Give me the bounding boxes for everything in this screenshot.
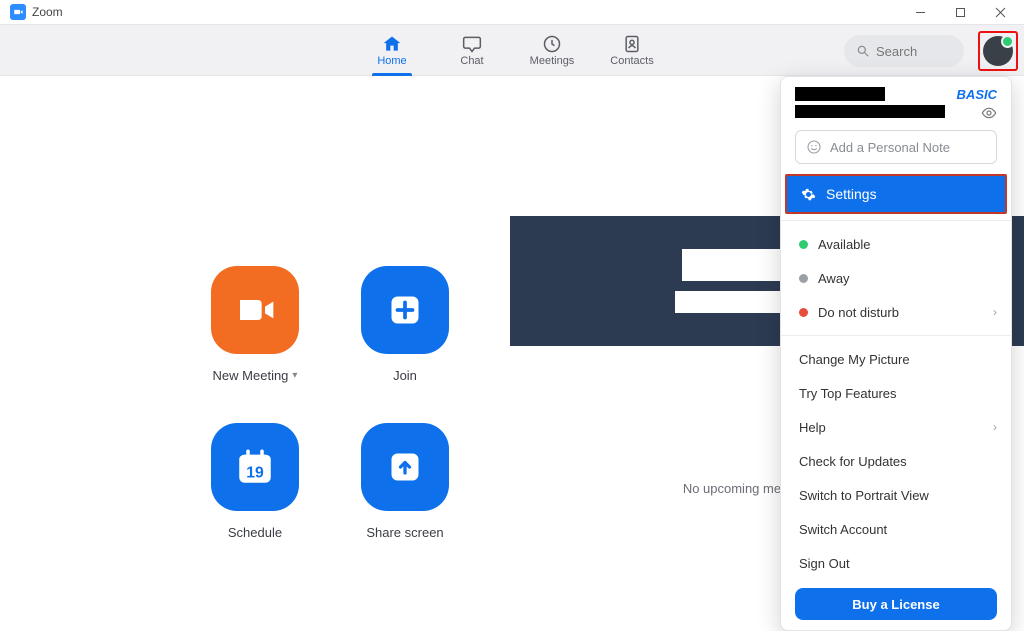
buy-license-button[interactable]: Buy a License bbox=[795, 588, 997, 620]
window-titlebar: Zoom bbox=[0, 0, 1024, 24]
tile-join: Join bbox=[330, 266, 480, 383]
search-input[interactable]: Search bbox=[844, 35, 964, 67]
profile-button-highlight bbox=[978, 31, 1018, 71]
settings-label: Settings bbox=[826, 186, 877, 202]
nav-chat[interactable]: Chat bbox=[444, 25, 500, 75]
menu-label: Help bbox=[799, 420, 826, 435]
new-meeting-button[interactable] bbox=[211, 266, 299, 354]
status-dot-green-icon bbox=[799, 240, 808, 249]
nav-meetings[interactable]: Meetings bbox=[524, 25, 580, 75]
app-logo-icon bbox=[10, 4, 26, 20]
smile-icon bbox=[806, 139, 822, 155]
minimize-button[interactable] bbox=[900, 0, 940, 24]
maximize-button[interactable] bbox=[940, 0, 980, 24]
status-dnd[interactable]: Do not disturb › bbox=[781, 295, 1011, 329]
home-icon bbox=[382, 33, 402, 55]
home-tiles: New Meeting ▾ Join 19 Schedule bbox=[0, 76, 510, 602]
search-icon bbox=[856, 44, 870, 58]
tile-new-meeting: New Meeting ▾ bbox=[180, 266, 330, 383]
svg-text:19: 19 bbox=[246, 465, 264, 482]
menu-label: Available bbox=[818, 237, 871, 252]
status-away[interactable]: Away bbox=[781, 261, 1011, 295]
nav-label: Contacts bbox=[610, 55, 653, 67]
menu-separator bbox=[781, 335, 1011, 336]
calendar-icon: 19 bbox=[234, 446, 276, 488]
search-placeholder: Search bbox=[876, 44, 917, 59]
status-dot-gray-icon bbox=[799, 274, 808, 283]
plus-icon bbox=[387, 292, 423, 328]
menu-label: Change My Picture bbox=[799, 352, 910, 367]
menu-portrait-view[interactable]: Switch to Portrait View bbox=[781, 478, 1011, 512]
close-button[interactable] bbox=[980, 0, 1020, 24]
new-meeting-label: New Meeting bbox=[213, 368, 289, 383]
menu-label: Away bbox=[818, 271, 850, 286]
menu-sign-out[interactable]: Sign Out bbox=[781, 546, 1011, 580]
main-toolbar: Home Chat Meetings Contacts Search bbox=[0, 24, 1024, 76]
menu-label: Try Top Features bbox=[799, 386, 897, 401]
nav-label: Meetings bbox=[530, 55, 575, 67]
menu-switch-account[interactable]: Switch Account bbox=[781, 512, 1011, 546]
tile-label: Share screen bbox=[366, 525, 443, 540]
profile-menu: BASIC Add a Personal Note Settings Avail… bbox=[780, 76, 1012, 631]
tile-label: Join bbox=[393, 368, 417, 383]
status-dot-red-icon bbox=[799, 308, 808, 317]
chevron-right-icon: › bbox=[993, 420, 997, 434]
window-title: Zoom bbox=[32, 5, 63, 19]
schedule-button[interactable]: 19 bbox=[211, 423, 299, 511]
profile-name-redacted bbox=[795, 87, 885, 101]
menu-separator bbox=[781, 220, 1011, 221]
nav-home[interactable]: Home bbox=[364, 25, 420, 75]
tile-label: Schedule bbox=[228, 525, 282, 540]
status-available[interactable]: Available bbox=[781, 227, 1011, 261]
tile-share-screen: Share screen bbox=[330, 423, 480, 540]
menu-try-top-features[interactable]: Try Top Features bbox=[781, 376, 1011, 410]
tile-schedule: 19 Schedule bbox=[180, 423, 330, 540]
nav-label: Home bbox=[377, 55, 406, 67]
note-placeholder: Add a Personal Note bbox=[830, 140, 950, 155]
profile-email-redacted bbox=[795, 105, 945, 118]
chat-icon bbox=[462, 33, 482, 55]
tile-label[interactable]: New Meeting ▾ bbox=[213, 368, 298, 383]
menu-label: Switch Account bbox=[799, 522, 887, 537]
share-icon bbox=[387, 449, 423, 485]
personal-note-input[interactable]: Add a Personal Note bbox=[795, 130, 997, 164]
menu-label: Switch to Portrait View bbox=[799, 488, 929, 503]
gear-icon bbox=[801, 187, 816, 202]
menu-label: Sign Out bbox=[799, 556, 850, 571]
nav-contacts[interactable]: Contacts bbox=[604, 25, 660, 75]
clock-icon bbox=[542, 33, 562, 55]
join-button[interactable] bbox=[361, 266, 449, 354]
video-icon bbox=[235, 290, 275, 330]
menu-check-updates[interactable]: Check for Updates bbox=[781, 444, 1011, 478]
chevron-right-icon: › bbox=[993, 305, 997, 319]
share-screen-button[interactable] bbox=[361, 423, 449, 511]
chevron-down-icon: ▾ bbox=[292, 370, 297, 381]
contacts-icon bbox=[622, 33, 642, 55]
menu-change-picture[interactable]: Change My Picture bbox=[781, 342, 1011, 376]
menu-label: Check for Updates bbox=[799, 454, 907, 469]
nav-label: Chat bbox=[460, 55, 483, 67]
visibility-icon[interactable] bbox=[981, 105, 997, 121]
main-nav: Home Chat Meetings Contacts bbox=[364, 25, 660, 75]
menu-label: Do not disturb bbox=[818, 305, 899, 320]
plan-badge: BASIC bbox=[957, 87, 997, 102]
menu-help[interactable]: Help › bbox=[781, 410, 1011, 444]
profile-header: BASIC bbox=[781, 77, 1011, 124]
settings-menu-item[interactable]: Settings bbox=[785, 174, 1007, 214]
buy-label: Buy a License bbox=[852, 597, 939, 612]
profile-avatar-button[interactable] bbox=[983, 36, 1013, 66]
